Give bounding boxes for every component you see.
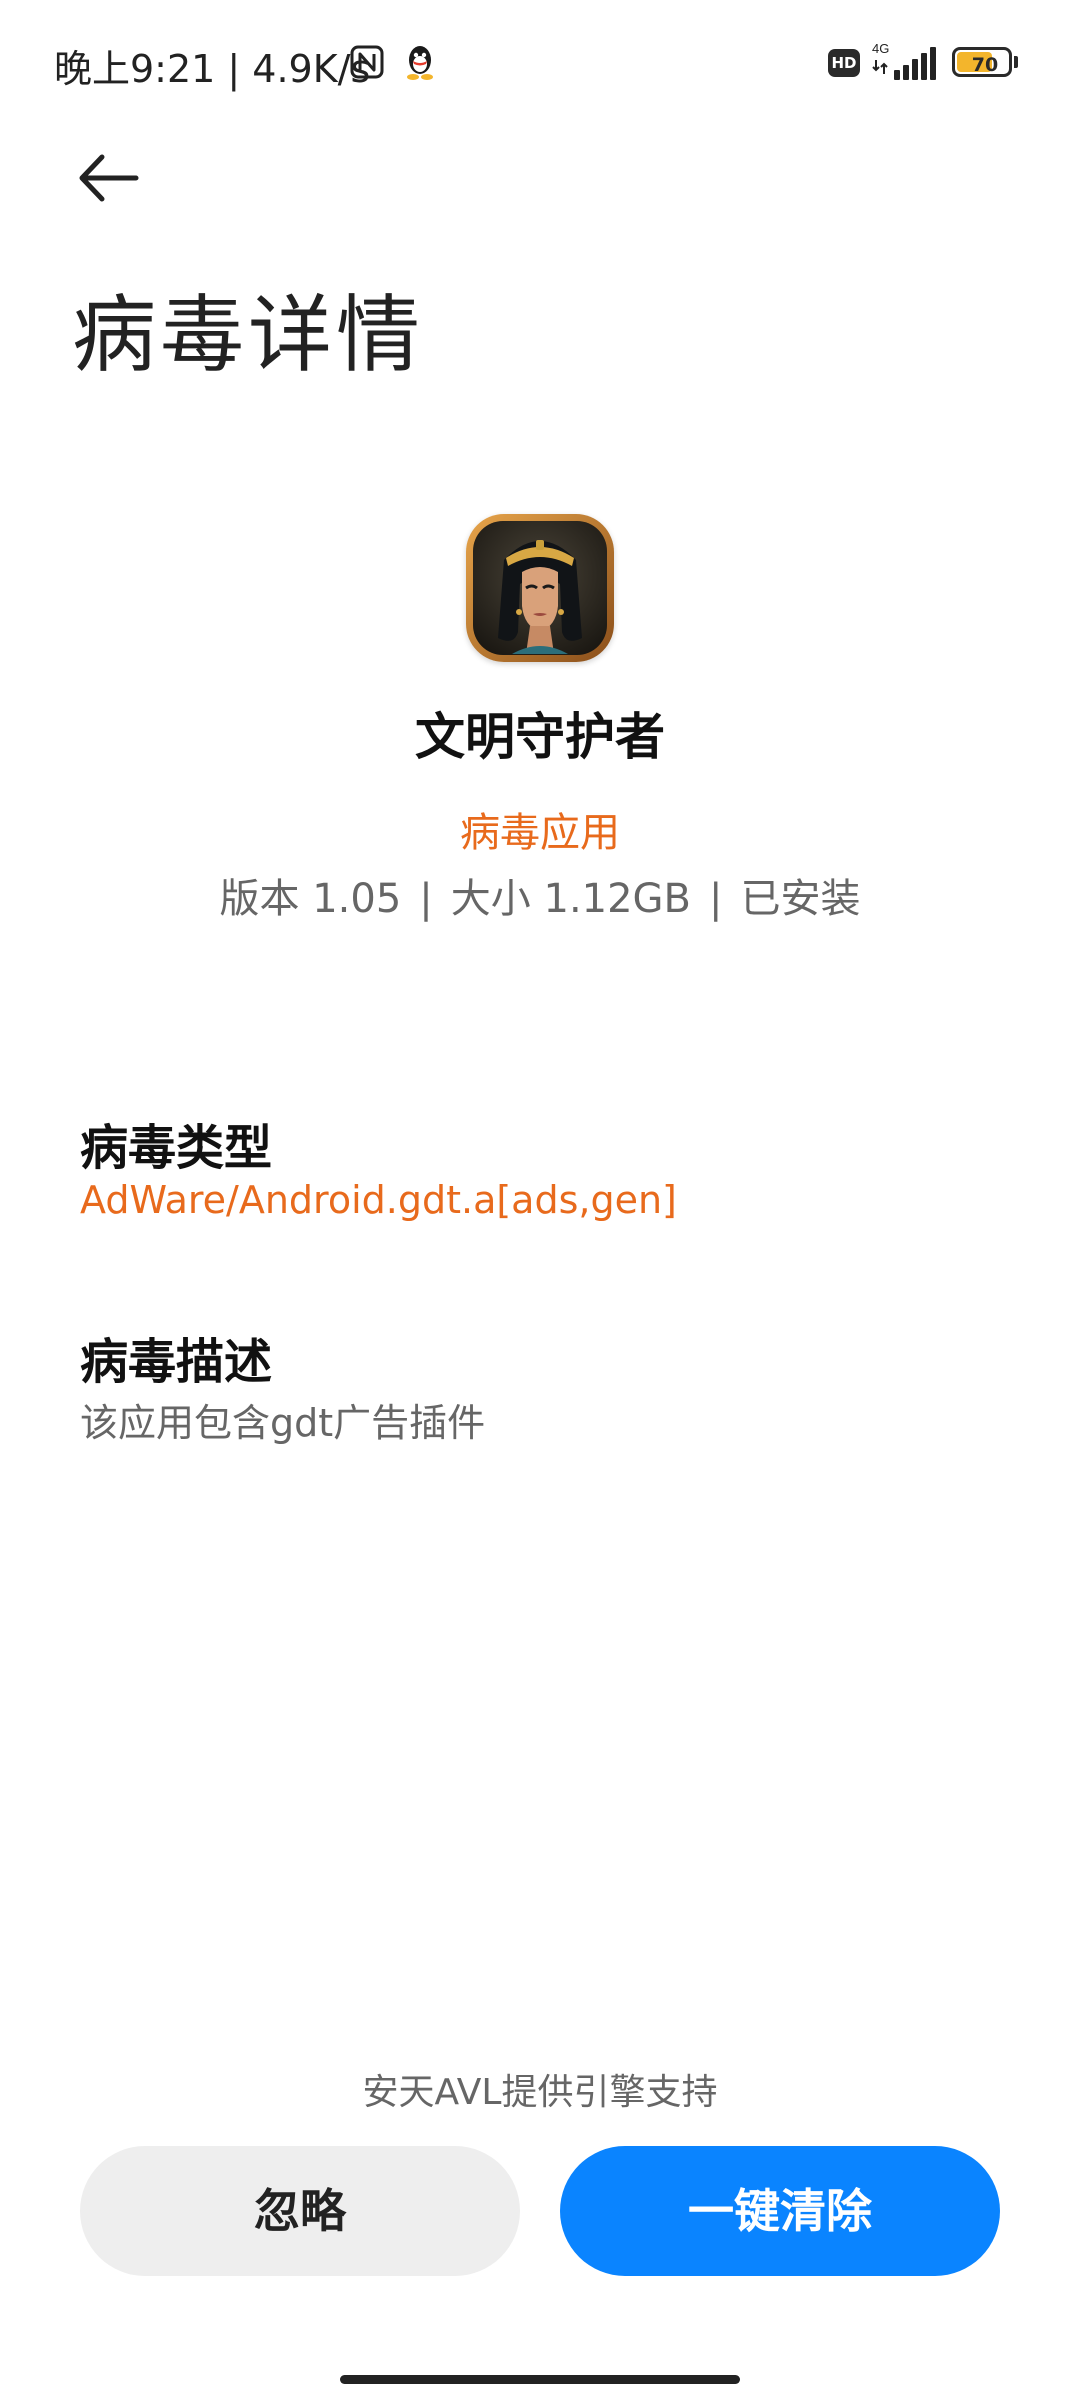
meta-separator: | bbox=[709, 876, 723, 922]
app-status-label: 病毒应用 bbox=[460, 810, 620, 856]
home-indicator[interactable] bbox=[340, 2375, 740, 2384]
one-click-clean-button[interactable]: 一键清除 bbox=[560, 2146, 1000, 2276]
engine-support-note: 安天AVL提供引擎支持 bbox=[362, 2072, 718, 2113]
nfc-icon bbox=[350, 45, 384, 79]
back-button[interactable] bbox=[70, 140, 150, 220]
virus-type-title: 病毒类型 bbox=[80, 1120, 273, 1176]
app-version: 版本 1.05 bbox=[219, 876, 402, 922]
battery-body: 70 bbox=[952, 47, 1012, 77]
page-title: 病毒详情 bbox=[72, 286, 425, 384]
status-time-speed: 晚上9:21 | 4.9K/s bbox=[54, 47, 371, 91]
battery-cap bbox=[1014, 56, 1018, 68]
app-install-state: 已安装 bbox=[740, 876, 861, 922]
status-bar: 晚上9:21 | 4.9K/s HD 4G 70 bbox=[0, 0, 1080, 120]
virus-description-value: 该应用包含gdt广告插件 bbox=[80, 1401, 486, 1445]
arrow-left-icon bbox=[79, 154, 139, 202]
network-type-label: 4G bbox=[872, 41, 889, 56]
app-meta: 版本 1.05 | 大小 1.12GB | 已安装 bbox=[0, 866, 1080, 924]
battery-icon: 70 bbox=[952, 47, 1022, 81]
meta-separator: | bbox=[419, 876, 433, 922]
battery-level-text: 70 bbox=[971, 54, 999, 76]
virus-detail-screen: 晚上9:21 | 4.9K/s HD 4G 70 病毒详情 文明守护者 病毒应用… bbox=[0, 0, 1080, 2400]
hd-icon: HD bbox=[828, 49, 860, 77]
app-name: 文明守护者 bbox=[415, 708, 665, 766]
ignore-button[interactable]: 忽略 bbox=[80, 2146, 520, 2276]
virus-type-value: AdWare/Android.gdt.a[ads,gen] bbox=[80, 1178, 677, 1222]
signal-icon: 4G bbox=[872, 41, 936, 80]
app-icon bbox=[466, 514, 614, 662]
app-size: 大小 1.12GB bbox=[450, 876, 691, 922]
virus-description-title: 病毒描述 bbox=[80, 1334, 273, 1390]
qq-icon bbox=[407, 46, 433, 80]
